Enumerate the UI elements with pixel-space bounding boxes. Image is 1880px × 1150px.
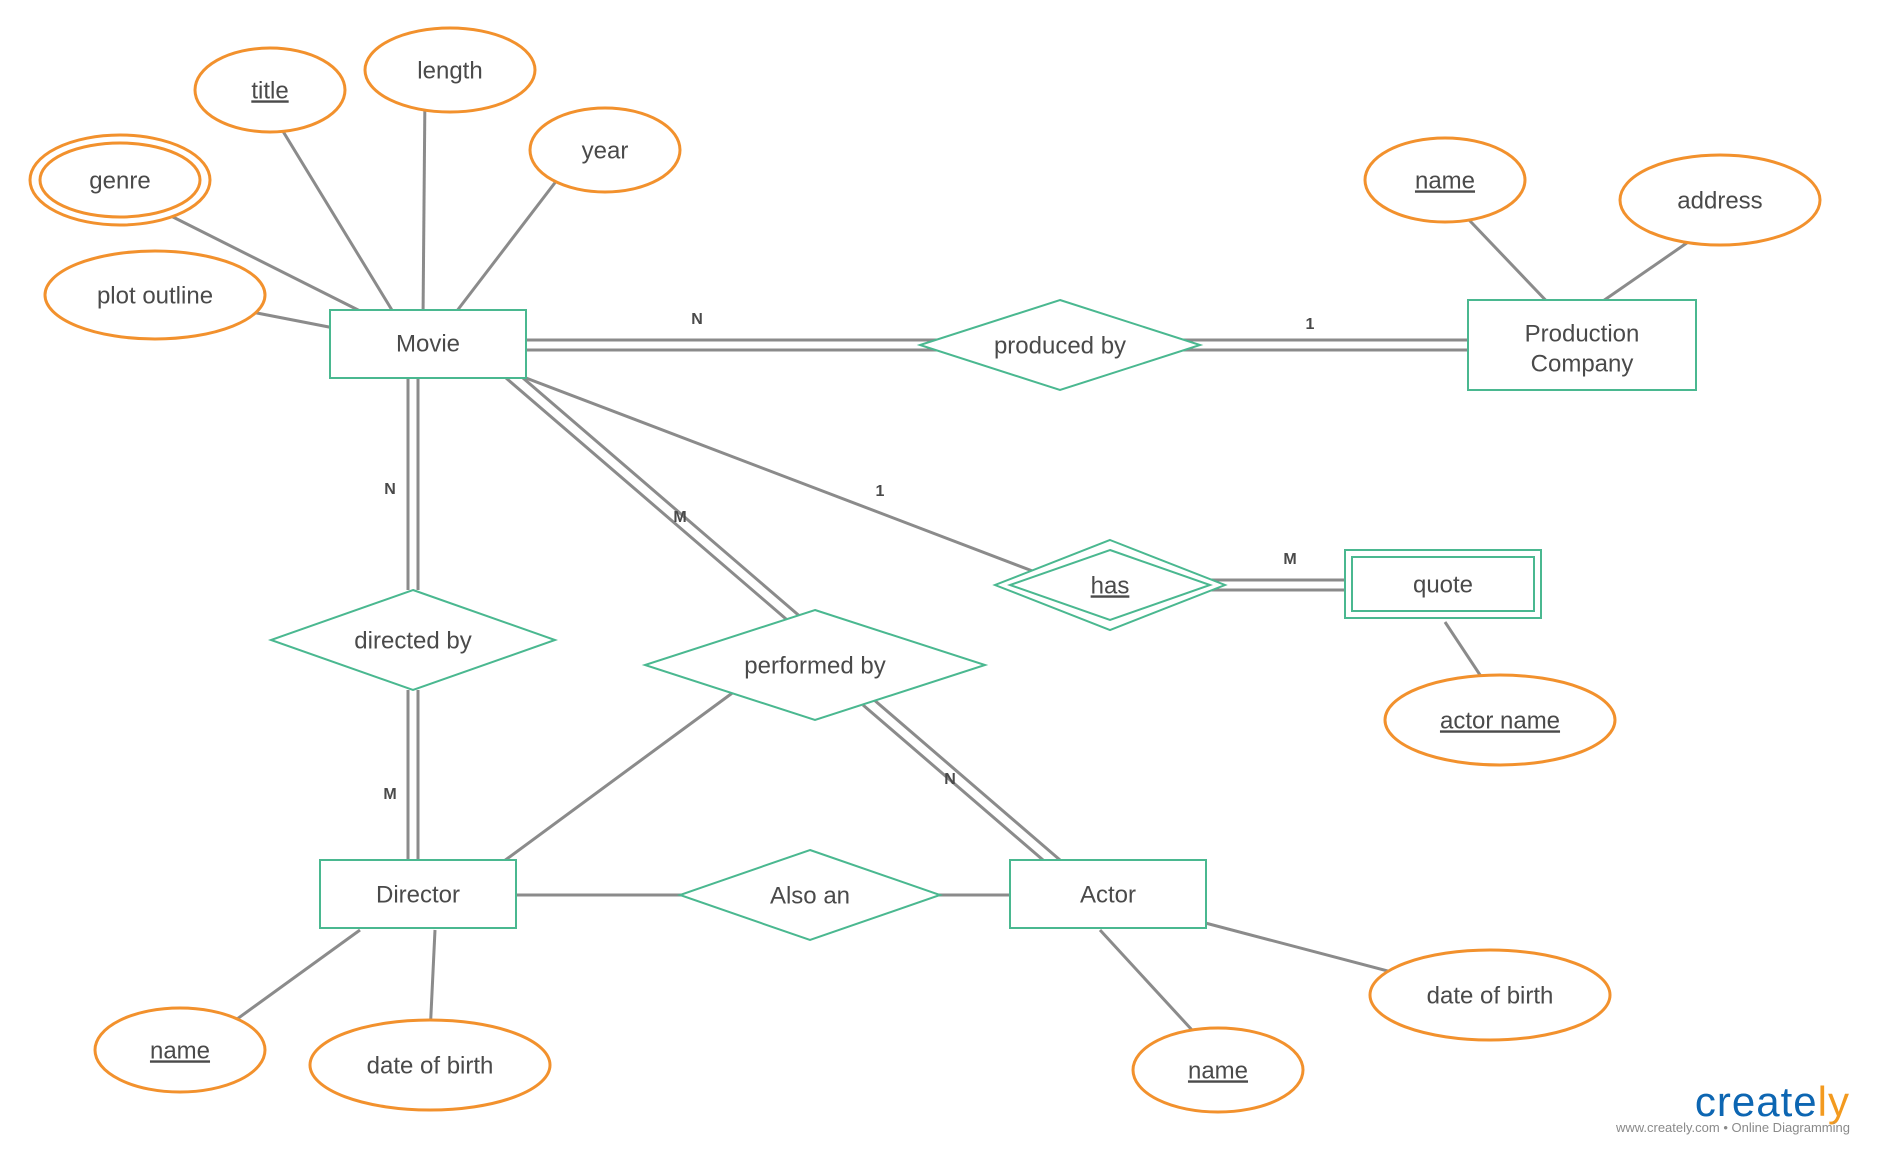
svg-text:performed by: performed by <box>744 652 885 679</box>
svg-text:Movie: Movie <box>396 330 460 357</box>
svg-text:year: year <box>582 137 629 164</box>
rel-directed-by: directed by <box>271 590 555 690</box>
edge-performed-director <box>500 680 750 864</box>
svg-text:Actor: Actor <box>1080 881 1136 908</box>
svg-text:quote: quote <box>1413 571 1473 598</box>
svg-text:1: 1 <box>1306 316 1315 333</box>
edge-movie-performed-1 <box>506 378 793 625</box>
svg-text:name: name <box>1188 1057 1248 1084</box>
edge-movie-performed-2 <box>516 372 803 619</box>
svg-text:1: 1 <box>876 483 885 500</box>
svg-text:date of birth: date of birth <box>367 1052 494 1079</box>
svg-text:Company: Company <box>1531 350 1634 377</box>
entity-quote: quote <box>1345 550 1541 618</box>
svg-text:Also an: Also an <box>770 882 850 909</box>
svg-text:name: name <box>150 1037 210 1064</box>
entity-production-company: Production Company <box>1468 300 1696 390</box>
svg-text:N: N <box>691 311 703 328</box>
edge-movie-length <box>423 90 425 320</box>
attr-actor-dob: date of birth <box>1370 950 1610 1040</box>
svg-text:Director: Director <box>376 881 460 908</box>
rel-has: has <box>995 540 1225 630</box>
attr-pc-address: address <box>1620 155 1820 245</box>
attr-movie-year: year <box>530 108 680 192</box>
svg-text:N: N <box>944 771 956 788</box>
svg-text:Production: Production <box>1525 320 1640 347</box>
edge-movie-has <box>526 378 1043 575</box>
edge-movie-title <box>270 110 398 320</box>
cardinality-labels: N 1 N M M N 1 M <box>383 311 1314 803</box>
attr-director-name: name <box>95 1008 265 1092</box>
branding-footer: creately www.creately.com • Online Diagr… <box>1616 1078 1850 1135</box>
svg-text:title: title <box>251 77 288 104</box>
svg-text:N: N <box>384 481 396 498</box>
svg-text:date of birth: date of birth <box>1427 982 1554 1009</box>
creately-logo: creately <box>1616 1078 1850 1126</box>
svg-text:address: address <box>1677 187 1762 214</box>
svg-text:M: M <box>673 509 686 526</box>
attr-movie-length: length <box>365 28 535 112</box>
entity-movie: Movie <box>330 310 526 378</box>
rel-performed-by: performed by <box>645 610 985 720</box>
svg-text:produced by: produced by <box>994 332 1126 359</box>
svg-text:M: M <box>1283 551 1296 568</box>
svg-text:length: length <box>417 57 482 84</box>
svg-text:genre: genre <box>89 167 150 194</box>
attr-movie-genre: genre <box>30 135 210 225</box>
edge-performed-actor-1 <box>863 705 1050 866</box>
attr-movie-title: title <box>195 48 345 132</box>
svg-text:name: name <box>1415 167 1475 194</box>
svg-text:has: has <box>1091 572 1130 599</box>
svg-text:M: M <box>383 786 396 803</box>
attr-pc-name: name <box>1365 138 1525 222</box>
entity-director: Director <box>320 860 516 928</box>
rel-produced-by: produced by <box>920 300 1200 390</box>
branding-subtitle: www.creately.com • Online Diagramming <box>1616 1120 1850 1135</box>
rel-also-an: Also an <box>680 850 940 940</box>
svg-text:directed by: directed by <box>354 627 471 654</box>
attr-actor-name: name <box>1133 1028 1303 1112</box>
edge-performed-actor-2 <box>873 699 1060 860</box>
attr-movie-plot: plot outline <box>45 251 265 339</box>
svg-text:plot outline: plot outline <box>97 282 213 309</box>
entity-actor: Actor <box>1010 860 1206 928</box>
attr-quote-actor-name: actor name <box>1385 675 1615 765</box>
attr-director-dob: date of birth <box>310 1020 550 1110</box>
svg-text:actor name: actor name <box>1440 707 1560 734</box>
